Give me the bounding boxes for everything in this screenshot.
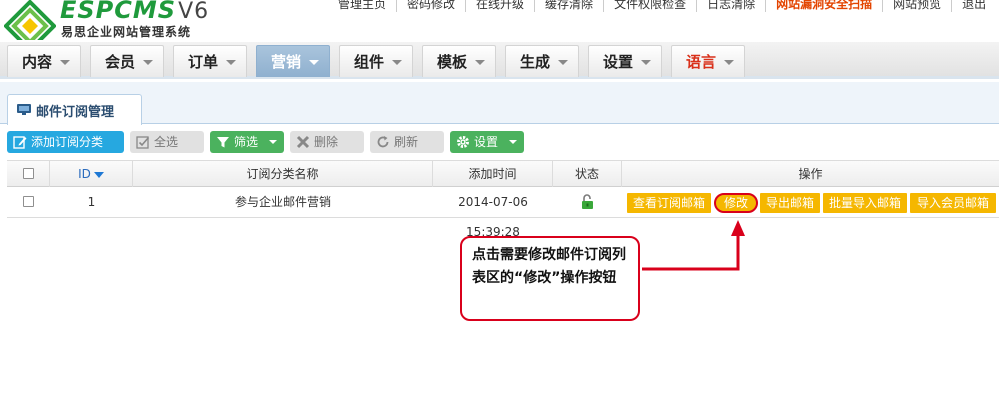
- add-category-button[interactable]: 添加订阅分类: [7, 131, 124, 153]
- nav-language[interactable]: 语言: [671, 45, 745, 77]
- logo-mark-icon: [4, 0, 56, 40]
- nav-settings[interactable]: 设置: [588, 45, 662, 77]
- table-row: 1 参与企业邮件营销 2014-07-06 15:39:28 查看订阅邮箱 修改…: [7, 187, 999, 239]
- edit-button[interactable]: 修改: [714, 193, 758, 213]
- toplink-clear-cache[interactable]: 缓存清除: [534, 0, 603, 12]
- header: ESPCMSV6 易思企业网站管理系统 管理主页 密码修改 在线升级 缓存清除 …: [0, 0, 999, 42]
- chevron-down-icon: [309, 60, 319, 65]
- column-header-time: 添加时间: [433, 161, 553, 187]
- row-checkbox[interactable]: [23, 196, 34, 207]
- view-subscribers-button[interactable]: 查看订阅邮箱: [627, 193, 711, 213]
- nav-content[interactable]: 内容: [7, 45, 81, 77]
- tab-label: 邮件订阅管理: [36, 105, 115, 120]
- chevron-down-icon: [724, 60, 734, 65]
- cell-name: 参与企业邮件营销: [234, 195, 331, 209]
- sub-tab-bar: 邮件订阅管理: [0, 82, 999, 125]
- nav-marketing[interactable]: 营销: [256, 45, 330, 77]
- toplink-password[interactable]: 密码修改: [396, 0, 465, 12]
- batch-import-button[interactable]: 批量导入邮箱: [823, 193, 907, 213]
- callout-text: 点击需要修改邮件订阅列表区的“修改”操作按钮: [472, 247, 626, 286]
- chevron-down-icon: [509, 140, 517, 144]
- column-header-actions: 操作: [798, 167, 823, 181]
- chevron-down-icon: [558, 60, 568, 65]
- version-label: V6: [178, 0, 210, 24]
- filter-button[interactable]: 筛选: [210, 131, 284, 153]
- table-header: ID 订阅分类名称 添加时间 状态 操作: [7, 160, 999, 187]
- import-member-mailbox-button[interactable]: 导入会员邮箱: [910, 193, 996, 213]
- export-mailbox-button[interactable]: 导出邮箱: [760, 193, 820, 213]
- select-all-checkbox[interactable]: [23, 168, 34, 179]
- refresh-icon: [377, 136, 389, 148]
- column-header-name: 订阅分类名称: [133, 161, 433, 187]
- chevron-down-icon: [269, 140, 277, 144]
- toplink-preview[interactable]: 网站预览: [882, 0, 951, 12]
- nav-generate[interactable]: 生成: [505, 45, 579, 77]
- gear-icon: [457, 136, 469, 148]
- cell-time: 2014-07-06 15:39:28: [458, 195, 528, 239]
- column-header-status: 状态: [553, 161, 622, 187]
- toplink-file-permission[interactable]: 文件权限检查: [603, 0, 696, 12]
- chevron-down-icon: [641, 60, 651, 65]
- nav-member[interactable]: 会员: [90, 45, 164, 77]
- logo-subtitle: 易思企业网站管理系统: [61, 25, 192, 39]
- toplink-logout[interactable]: 退出: [951, 0, 996, 12]
- tab-mail-subscription[interactable]: 邮件订阅管理: [7, 94, 142, 125]
- chevron-down-icon: [475, 60, 485, 65]
- nav-component[interactable]: 组件: [339, 45, 413, 77]
- toplink-clear-log[interactable]: 日志清除: [696, 0, 765, 12]
- column-header-id[interactable]: ID: [50, 161, 133, 187]
- refresh-button[interactable]: 刷新: [370, 131, 444, 153]
- sort-desc-icon[interactable]: [93, 171, 104, 178]
- filter-icon: [217, 137, 229, 148]
- checkbox-icon: [136, 136, 150, 149]
- chevron-down-icon: [60, 60, 70, 65]
- delete-icon: [296, 135, 310, 149]
- main-nav: 内容 会员 订单 营销 组件 模板 生成 设置 语言: [0, 42, 999, 79]
- top-links: 管理主页 密码修改 在线升级 缓存清除 文件权限检查 日志清除 网站漏洞安全扫描…: [328, 0, 996, 14]
- cell-status: [553, 187, 622, 217]
- logo-text: ESPCMSV6: [60, 0, 210, 24]
- unlock-icon[interactable]: [581, 194, 594, 210]
- row-checkbox-cell: [7, 187, 50, 217]
- chevron-down-icon: [143, 60, 153, 65]
- annotation-callout: 点击需要修改邮件订阅列表区的“修改”操作按钮: [460, 236, 640, 321]
- logo[interactable]: ESPCMSV6 易思企业网站管理系统: [4, 0, 224, 42]
- nav-order[interactable]: 订单: [173, 45, 247, 77]
- nav-template[interactable]: 模板: [422, 45, 496, 77]
- header-checkbox-cell: [7, 161, 50, 187]
- edit-icon: [13, 136, 27, 149]
- delete-button[interactable]: 删除: [290, 131, 364, 153]
- select-all-button[interactable]: 全选: [130, 131, 204, 153]
- toplink-home[interactable]: 管理主页: [328, 0, 396, 12]
- settings-button[interactable]: 设置: [450, 131, 524, 153]
- cell-id: 1: [87, 195, 96, 209]
- toplink-upgrade[interactable]: 在线升级: [465, 0, 534, 12]
- chevron-down-icon: [226, 60, 236, 65]
- chevron-down-icon: [392, 60, 402, 65]
- toplink-security-scan[interactable]: 网站漏洞安全扫描: [765, 0, 882, 12]
- monitor-icon: [17, 104, 31, 115]
